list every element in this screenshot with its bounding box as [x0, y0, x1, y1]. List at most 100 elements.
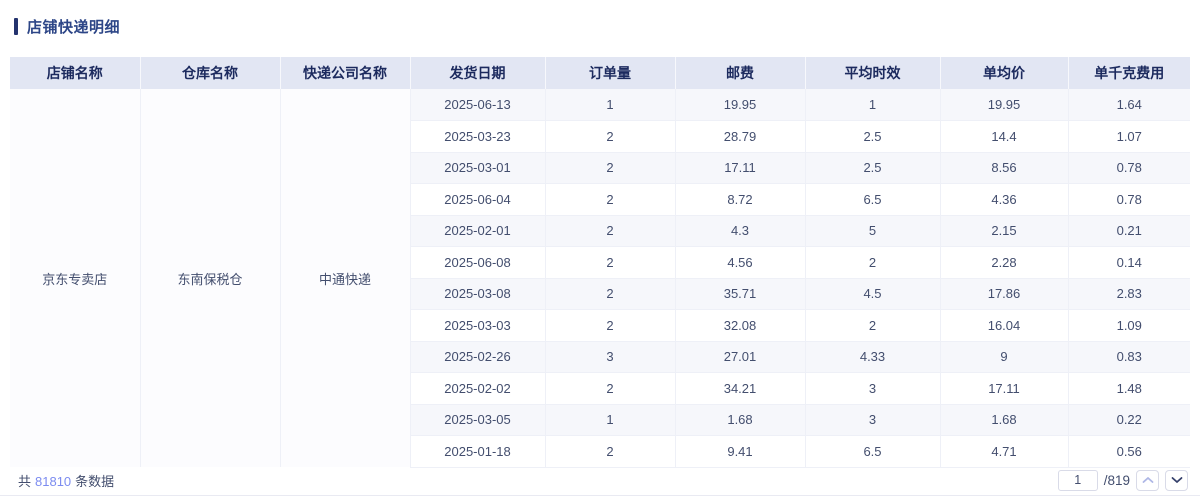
- table-cell: 4.5: [805, 278, 941, 310]
- table-cell: 2025-03-08: [410, 278, 546, 310]
- table-cell: 1: [805, 89, 941, 121]
- chevron-down-icon: [1171, 477, 1182, 483]
- table-cell: 5: [805, 215, 941, 247]
- table-cell: 0.21: [1068, 215, 1190, 247]
- table-cell: 2.15: [940, 215, 1069, 247]
- table-cell: 9.41: [675, 435, 806, 468]
- table-cell: 17.11: [675, 152, 806, 184]
- table-cell: 2025-06-04: [410, 183, 546, 216]
- table-header-row: 店铺名称 仓库名称 快递公司名称 发货日期 订单量 邮费 平均时效 单均价 单千克费用: [10, 57, 1190, 89]
- table-cell: 16.04: [940, 309, 1069, 342]
- table-footer: 共81810条数据 /819: [10, 466, 1190, 494]
- table-cell: 8.56: [940, 152, 1069, 184]
- table-cell: 1.48: [1068, 372, 1190, 405]
- table-cell: 19.95: [675, 89, 806, 121]
- table-cell: 2: [545, 309, 676, 342]
- total-count: 81810: [35, 473, 72, 489]
- table-cell: 32.08: [675, 309, 806, 342]
- table-cell: 0.14: [1068, 246, 1190, 279]
- table-cell: 2.28: [940, 246, 1069, 279]
- table-cell: 2: [545, 215, 676, 247]
- table-cell: 2: [545, 372, 676, 405]
- table-cell: 2: [545, 435, 676, 468]
- table-cell: 2025-01-18: [410, 435, 546, 468]
- table-cell: 2025-03-01: [410, 152, 546, 184]
- table-cell: 2: [545, 183, 676, 216]
- total-prefix-label: 共: [18, 473, 32, 489]
- express-detail-table: 店铺名称 仓库名称 快递公司名称 发货日期 订单量 邮费 平均时效 单均价 单千克费用 京东专卖…: [10, 57, 1190, 468]
- table-cell: 2.83: [1068, 278, 1190, 310]
- table-cell: 2025-03-03: [410, 309, 546, 342]
- page-up-button[interactable]: [1136, 469, 1159, 491]
- column-header: 单均价: [940, 57, 1069, 89]
- column-header: 平均时效: [805, 57, 941, 89]
- table-cell: 27.01: [675, 341, 806, 373]
- column-header: 单千克费用: [1068, 57, 1190, 89]
- column-header: 邮费: [675, 57, 806, 89]
- table-cell: 1.07: [1068, 120, 1190, 153]
- table-cell: 2025-06-08: [410, 246, 546, 279]
- column-header: 仓库名称: [140, 57, 281, 89]
- table-cell: 6.5: [805, 183, 941, 216]
- table-cell: 2: [545, 152, 676, 184]
- table-cell: 2025-03-23: [410, 120, 546, 153]
- table-cell: 2.5: [805, 120, 941, 153]
- table-row: 京东专卖店 东南保税仓 中通快递 2025-06-13 1 19.95 1 19.95 1.64: [10, 89, 1190, 467]
- table-cell: 4.3: [675, 215, 806, 247]
- table-cell: 2: [545, 278, 676, 310]
- table-cell: 35.71: [675, 278, 806, 310]
- table-cell: 0.78: [1068, 183, 1190, 216]
- table-body: 京东专卖店 东南保税仓 中通快递 2025-06-13 1 19.95 1 19.95 1.64…: [10, 89, 1190, 468]
- table-cell: 3: [805, 404, 941, 436]
- table-cell: 6.5: [805, 435, 941, 468]
- page-down-button[interactable]: [1165, 469, 1188, 491]
- table-cell: 2: [545, 246, 676, 279]
- table-cell: 28.79: [675, 120, 806, 153]
- table-cell: 4.71: [940, 435, 1069, 468]
- table-cell: 8.72: [675, 183, 806, 216]
- table-cell: 0.78: [1068, 152, 1190, 184]
- table-cell: 2025-03-05: [410, 404, 546, 436]
- total-records: 共 81810 条数据: [10, 471, 114, 490]
- shop-name-cell: 京东专卖店: [10, 89, 141, 467]
- table-cell: 2025-02-26: [410, 341, 546, 373]
- table-cell: 3: [545, 341, 676, 373]
- section-title: 店铺快递明细: [14, 16, 120, 36]
- title-accent-bar: [14, 17, 18, 35]
- table-cell: 1.68: [675, 404, 806, 436]
- column-header: 店铺名称: [10, 57, 141, 89]
- table-cell: 17.11: [940, 372, 1069, 405]
- table-cell: 1: [545, 89, 676, 121]
- pagination: /819: [1057, 469, 1190, 491]
- table-cell: 3: [805, 372, 941, 405]
- table-cell: 0.83: [1068, 341, 1190, 373]
- table-cell: 19.95: [940, 89, 1069, 121]
- table-cell: 2025-02-01: [410, 215, 546, 247]
- chevron-up-icon: [1142, 477, 1153, 483]
- table-cell: 1.09: [1068, 309, 1190, 342]
- column-header: 快递公司名称: [280, 57, 411, 89]
- page-number-input[interactable]: [1057, 469, 1098, 491]
- total-suffix-label: 条数据: [75, 473, 115, 489]
- table-cell: 2025-02-02: [410, 372, 546, 405]
- column-header: 发货日期: [410, 57, 546, 89]
- table-cell: 4.56: [675, 246, 806, 279]
- column-header: 订单量: [545, 57, 676, 89]
- table-cell: 1.68: [940, 404, 1069, 436]
- table-cell: 1.64: [1068, 89, 1190, 121]
- courier-name-cell: 中通快递: [280, 89, 411, 467]
- table-cell: 34.21: [675, 372, 806, 405]
- total-pages-label: /819: [1103, 472, 1130, 488]
- table-cell: 17.86: [940, 278, 1069, 310]
- warehouse-name-cell: 东南保税仓: [140, 89, 281, 467]
- table-cell: 9: [940, 341, 1069, 373]
- table-header: 店铺名称 仓库名称 快递公司名称 发货日期 订单量 邮费 平均时效 单均价 单千克费用: [10, 57, 1190, 89]
- table-cell: 4.36: [940, 183, 1069, 216]
- page-title: 店铺快递明细: [27, 18, 121, 36]
- table-cell: 14.4: [940, 120, 1069, 153]
- table-cell: 2: [805, 309, 941, 342]
- table-cell: 0.56: [1068, 435, 1190, 468]
- table-cell: 2: [805, 246, 941, 279]
- bottom-divider: [0, 495, 1200, 496]
- table-cell: 2: [545, 120, 676, 153]
